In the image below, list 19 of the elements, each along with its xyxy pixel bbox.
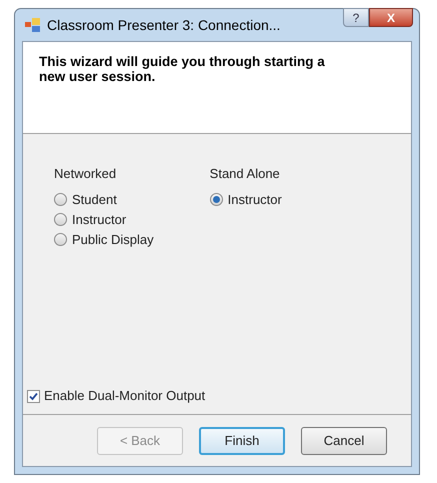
radio-label: Public Display <box>72 230 154 249</box>
checkbox[interactable] <box>27 390 40 402</box>
radio-label: Instructor <box>228 190 282 209</box>
radio-button[interactable] <box>54 193 67 206</box>
help-button[interactable]: ? <box>343 8 369 27</box>
window-title: Classroom Presenter 3: Connection... <box>47 16 280 34</box>
dialog-button[interactable]: Cancel <box>301 426 387 454</box>
group-label: Stand Alone <box>210 165 281 183</box>
app-icon <box>25 18 41 32</box>
header-text: This wizard will guide you through starting a new user session. <box>39 54 326 84</box>
checkbox-label: Enable Dual-Monitor Output <box>44 387 206 406</box>
radio-button[interactable] <box>54 213 67 226</box>
dialog-button[interactable]: Finish <box>199 426 285 454</box>
group-label: Networked <box>54 165 118 183</box>
radio-button[interactable] <box>54 233 67 246</box>
radio-label: Student <box>72 190 117 209</box>
radio-button[interactable] <box>210 193 223 206</box>
radio-label: Instructor <box>72 210 126 229</box>
check-icon <box>29 392 38 400</box>
